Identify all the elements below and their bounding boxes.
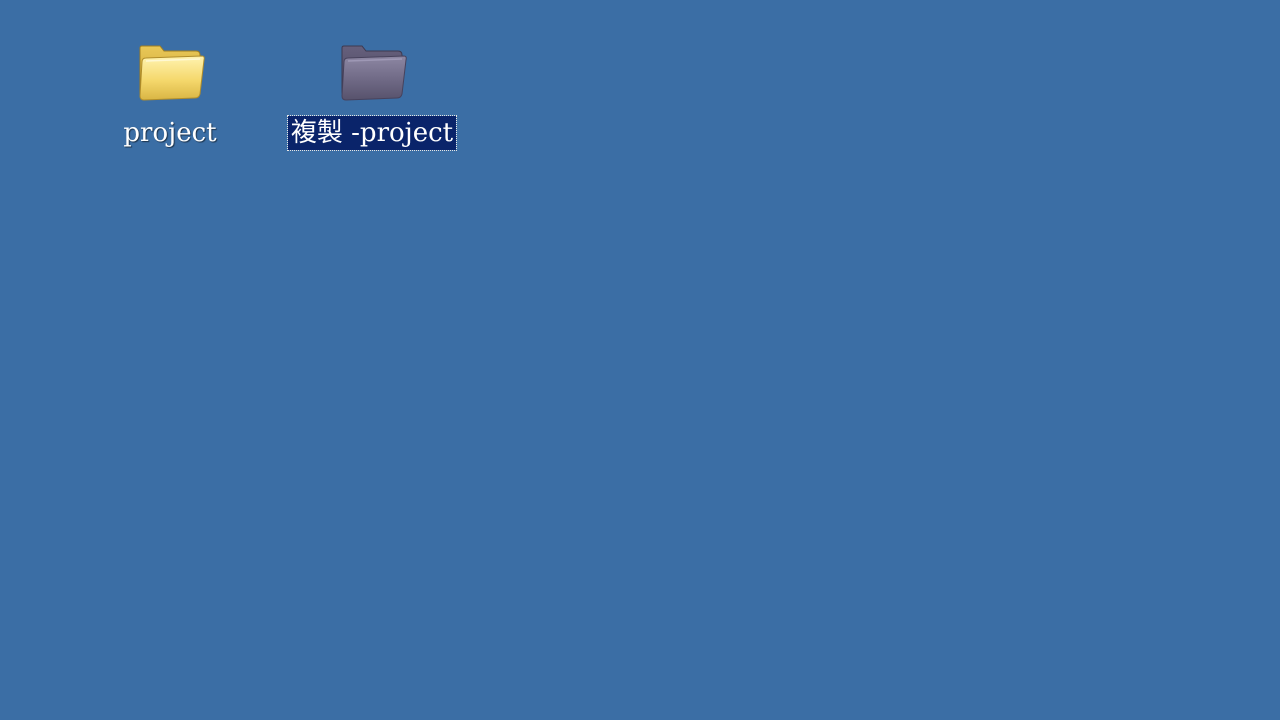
desktop-icon-project[interactable]: project — [100, 30, 240, 150]
folder-icon — [341, 45, 407, 101]
desktop-icon-copy-project[interactable]: 複製 -project — [272, 30, 472, 151]
desktop[interactable]: project 複製 -project — [0, 0, 1280, 720]
desktop-icon-label-selected: 複製 -project — [286, 115, 458, 151]
desktop-icon-label: project — [123, 118, 217, 148]
folder-icon — [139, 45, 205, 101]
